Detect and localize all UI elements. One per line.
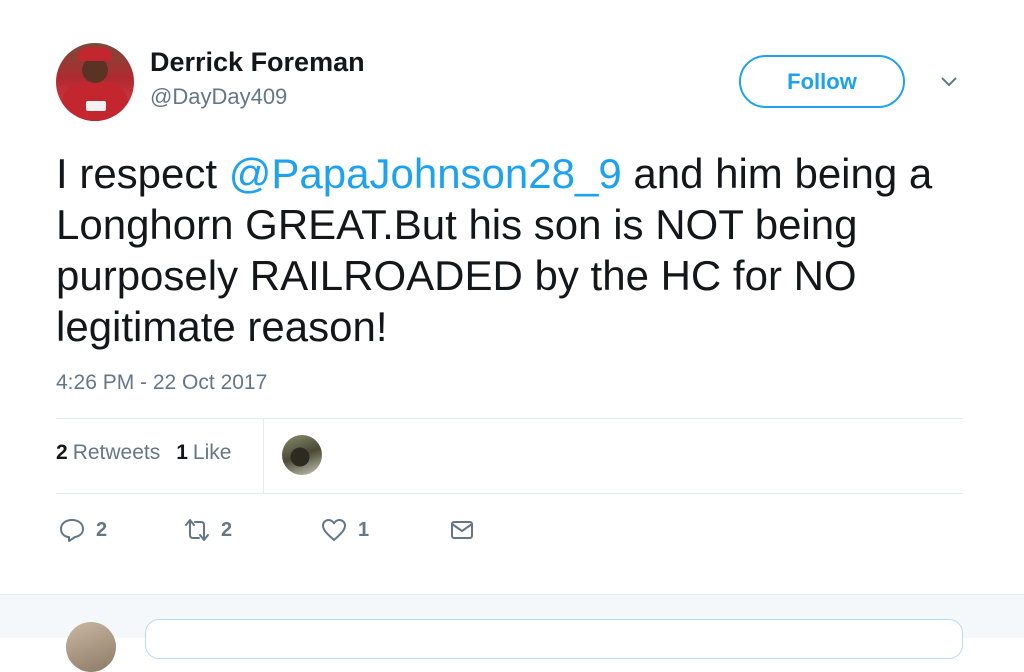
tweet-text-start: I respect: [56, 150, 229, 197]
message-icon: [451, 521, 473, 539]
heart-icon: [322, 519, 346, 541]
mention-link[interactable]: @PapaJohnson28_9: [229, 150, 622, 197]
user-avatar: [66, 622, 116, 672]
caret-down-icon[interactable]: [938, 70, 960, 92]
retweet-count: 2: [221, 518, 233, 541]
likes-stat[interactable]: 1 Like: [176, 441, 231, 465]
retweet-icon: [185, 519, 209, 541]
like-button[interactable]: 1: [320, 514, 369, 546]
tweet-timestamp[interactable]: 4:26 PM - 22 Oct 2017: [56, 371, 267, 395]
divider-top: [56, 418, 963, 419]
engagement-stats: 2 Retweets 1 Like: [56, 441, 231, 465]
follow-button[interactable]: Follow: [739, 55, 905, 108]
divider-bottom: [56, 493, 963, 494]
direct-message-button[interactable]: [448, 514, 476, 546]
author-avatar[interactable]: [56, 43, 134, 121]
author-name[interactable]: Derrick Foreman: [150, 47, 365, 78]
tweet-text: I respect @PapaJohnson28_9 and him being…: [56, 148, 986, 352]
liker-avatar[interactable]: [282, 435, 322, 475]
reply-icon: [60, 519, 84, 542]
reply-count: 2: [96, 518, 108, 541]
reply-button[interactable]: 2: [58, 514, 107, 546]
author-handle[interactable]: @DayDay409: [150, 84, 287, 110]
stats-divider: [263, 418, 264, 494]
retweets-stat[interactable]: 2 Retweets: [56, 441, 160, 465]
retweet-button[interactable]: 2: [183, 514, 232, 546]
like-count: 1: [358, 518, 370, 541]
reply-input[interactable]: [145, 619, 963, 659]
